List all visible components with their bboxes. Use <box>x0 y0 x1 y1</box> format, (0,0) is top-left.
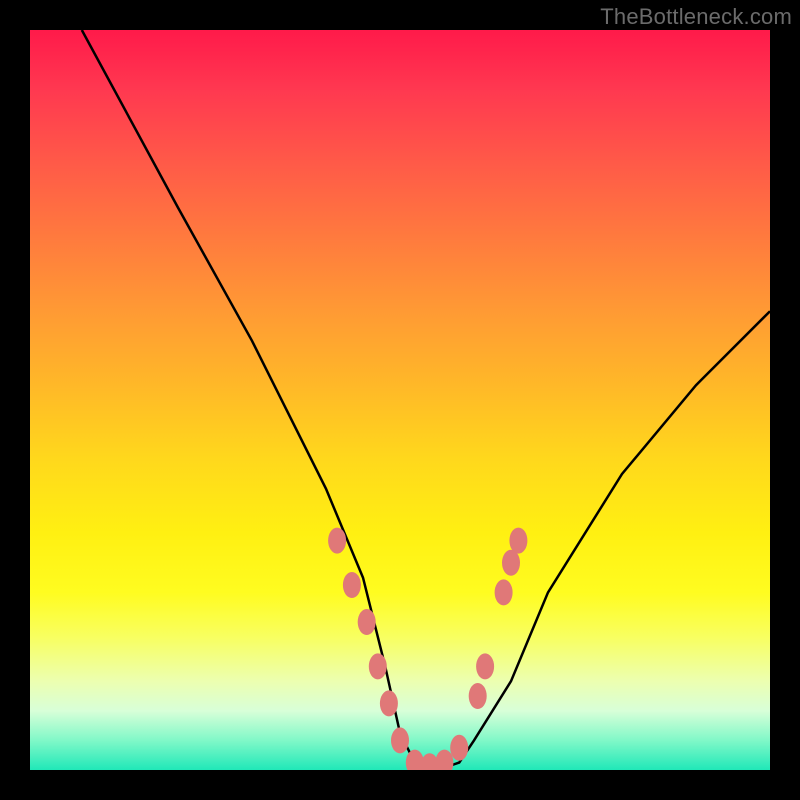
chart-svg <box>30 30 770 770</box>
data-marker <box>509 528 527 554</box>
data-marker <box>495 579 513 605</box>
bottleneck-curve <box>82 30 770 770</box>
data-marker <box>369 653 387 679</box>
watermark-text: TheBottleneck.com <box>600 4 792 30</box>
data-marker <box>328 528 346 554</box>
data-marker <box>435 750 453 770</box>
data-marker <box>380 690 398 716</box>
data-marker <box>476 653 494 679</box>
data-marker <box>358 609 376 635</box>
data-marker <box>343 572 361 598</box>
data-marker <box>469 683 487 709</box>
data-marker <box>502 550 520 576</box>
chart-frame: TheBottleneck.com <box>0 0 800 800</box>
data-marker <box>391 727 409 753</box>
plot-area <box>30 30 770 770</box>
data-marker <box>450 735 468 761</box>
